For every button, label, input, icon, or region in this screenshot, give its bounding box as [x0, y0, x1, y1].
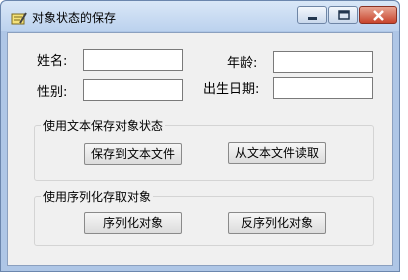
save-to-text-button[interactable]: 保存到文本文件 — [84, 143, 182, 165]
app-window: 对象状态的保存 姓名: 年龄: 性别: 出生日期: 使用文本保存对象状态 保存到… — [0, 0, 400, 272]
load-from-text-button[interactable]: 从文本文件读取 — [228, 142, 326, 164]
window-title: 对象状态的保存 — [32, 11, 117, 25]
serialize-group-title: 使用序列化存取对象 — [43, 190, 152, 204]
pencil-note-icon — [11, 10, 27, 25]
birthdate-label: 出生日期: — [203, 82, 260, 97]
birthdate-input[interactable] — [273, 77, 373, 99]
gender-label: 性别: — [37, 85, 68, 100]
minimize-icon — [308, 17, 317, 20]
close-icon — [373, 10, 384, 21]
name-label: 姓名: — [37, 54, 68, 69]
maximize-icon — [338, 10, 350, 20]
form-client-area: 姓名: 年龄: 性别: 出生日期: 使用文本保存对象状态 保存到文本文件 从文本… — [7, 32, 393, 266]
close-button[interactable] — [359, 6, 397, 24]
minimize-button[interactable] — [297, 6, 327, 24]
maximize-button[interactable] — [328, 6, 358, 24]
gender-input[interactable] — [83, 79, 183, 101]
age-input[interactable] — [273, 51, 373, 73]
text-save-group-title: 使用文本保存对象状态 — [43, 119, 164, 133]
name-input[interactable] — [83, 49, 183, 71]
title-bar[interactable]: 对象状态的保存 — [1, 1, 399, 31]
serialize-button[interactable]: 序列化对象 — [84, 212, 182, 234]
deserialize-button[interactable]: 反序列化对象 — [228, 212, 326, 234]
age-label: 年龄: — [227, 56, 258, 71]
